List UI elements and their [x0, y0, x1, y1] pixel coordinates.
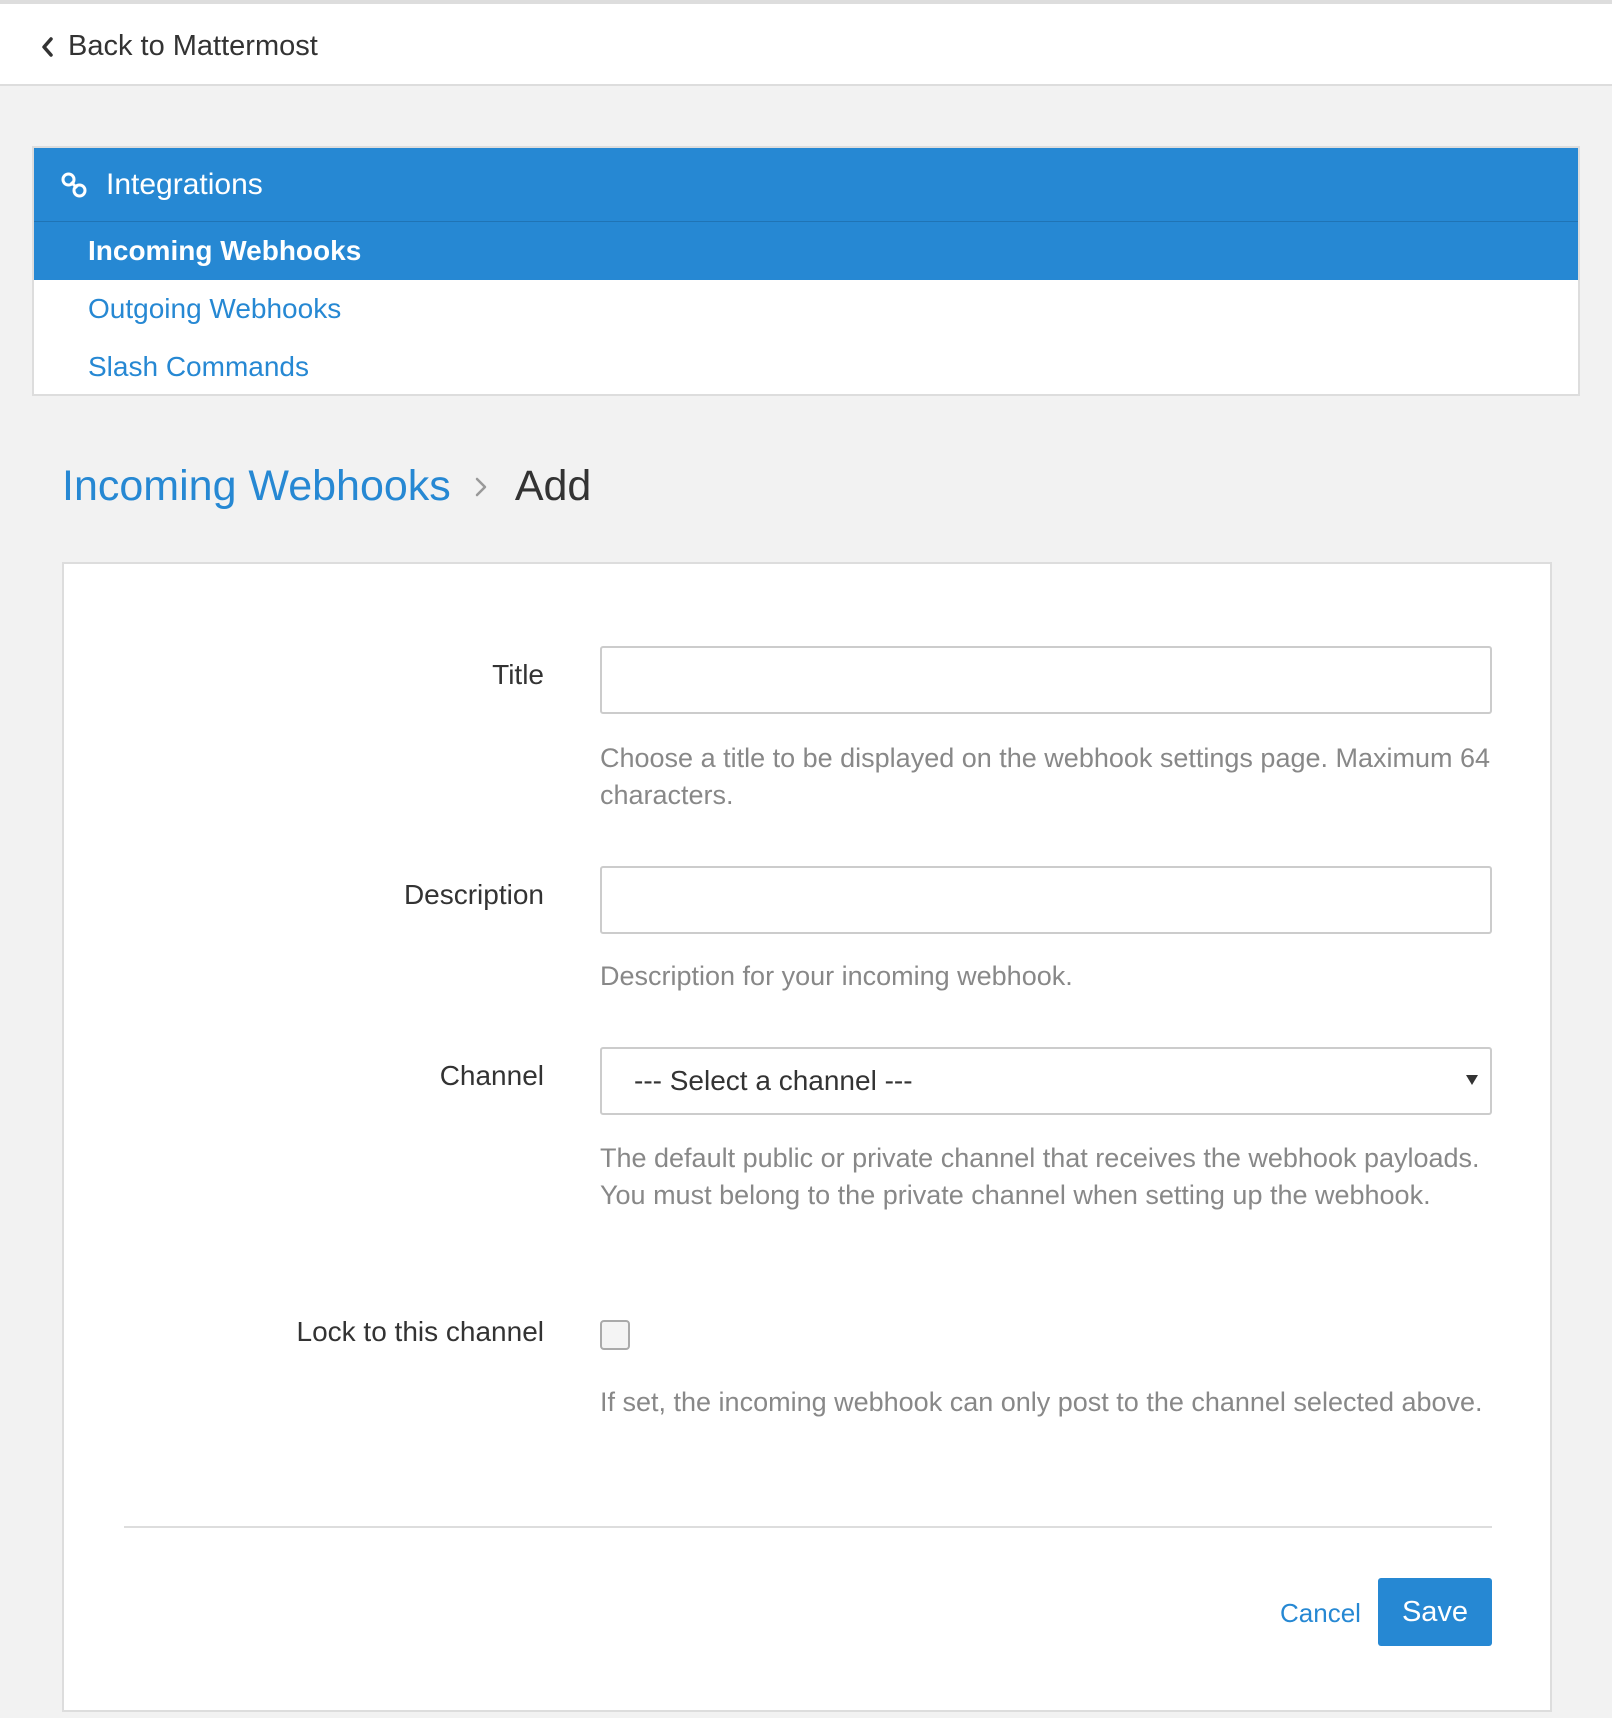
- lock-to-channel-checkbox[interactable]: [600, 1320, 630, 1350]
- cancel-button[interactable]: Cancel: [1280, 1598, 1361, 1629]
- chevron-left-icon: [42, 36, 53, 57]
- menu-item-slash-commands[interactable]: Slash Commands: [34, 338, 1578, 396]
- breadcrumb: Incoming Webhooks Add: [62, 462, 591, 511]
- save-button-label: Save: [1401, 1595, 1469, 1628]
- lock-to-channel-label: Lock to this channel: [296, 1316, 545, 1347]
- top-bar: Back to Mattermost: [0, 0, 1612, 86]
- back-link-label: Back to Mattermost: [68, 30, 318, 62]
- breadcrumb-current: Add: [514, 462, 592, 510]
- title-input[interactable]: [600, 646, 1492, 714]
- channel-label: Channel: [439, 1060, 544, 1091]
- menu-item-label: Slash Commands: [88, 351, 309, 382]
- menu-item-outgoing-webhooks[interactable]: Outgoing Webhooks: [34, 280, 1578, 338]
- link-icon: [61, 172, 87, 197]
- channel-help-text: The default public or private channel th…: [600, 1143, 1480, 1210]
- caret-down-icon: [1466, 1075, 1478, 1085]
- page: Back to Mattermost Integrations Incoming…: [0, 0, 1612, 1718]
- breadcrumb-parent-link[interactable]: Incoming Webhooks: [62, 462, 451, 511]
- back-to-mattermost-link[interactable]: Back to Mattermost: [40, 30, 318, 63]
- description-label: Description: [403, 879, 544, 910]
- description-help-text: Description for your incoming webhook.: [600, 961, 1073, 991]
- add-webhook-form: Title Choose a title to be displayed on …: [62, 562, 1552, 1712]
- title-help-text: Choose a title to be displayed on the we…: [600, 743, 1491, 810]
- menu-item-label: Incoming Webhooks: [88, 235, 362, 266]
- integrations-menu: Integrations Incoming Webhooks Outgoing …: [32, 146, 1580, 396]
- menu-header: Integrations: [34, 148, 1578, 222]
- lock-to-channel-help-text: If set, the incoming webhook can only po…: [600, 1387, 1483, 1417]
- channel-select[interactable]: --- Select a channel ---: [600, 1047, 1492, 1115]
- channel-select-value: --- Select a channel ---: [634, 1065, 913, 1096]
- menu-item-incoming-webhooks[interactable]: Incoming Webhooks: [34, 222, 1578, 280]
- title-label: Title: [492, 659, 544, 690]
- form-divider: [124, 1526, 1492, 1528]
- menu-item-label: Outgoing Webhooks: [88, 293, 342, 324]
- chevron-right-icon: [475, 477, 487, 496]
- description-input[interactable]: [600, 866, 1492, 934]
- save-button[interactable]: Save: [1378, 1578, 1492, 1646]
- menu-header-title: Integrations: [106, 167, 263, 201]
